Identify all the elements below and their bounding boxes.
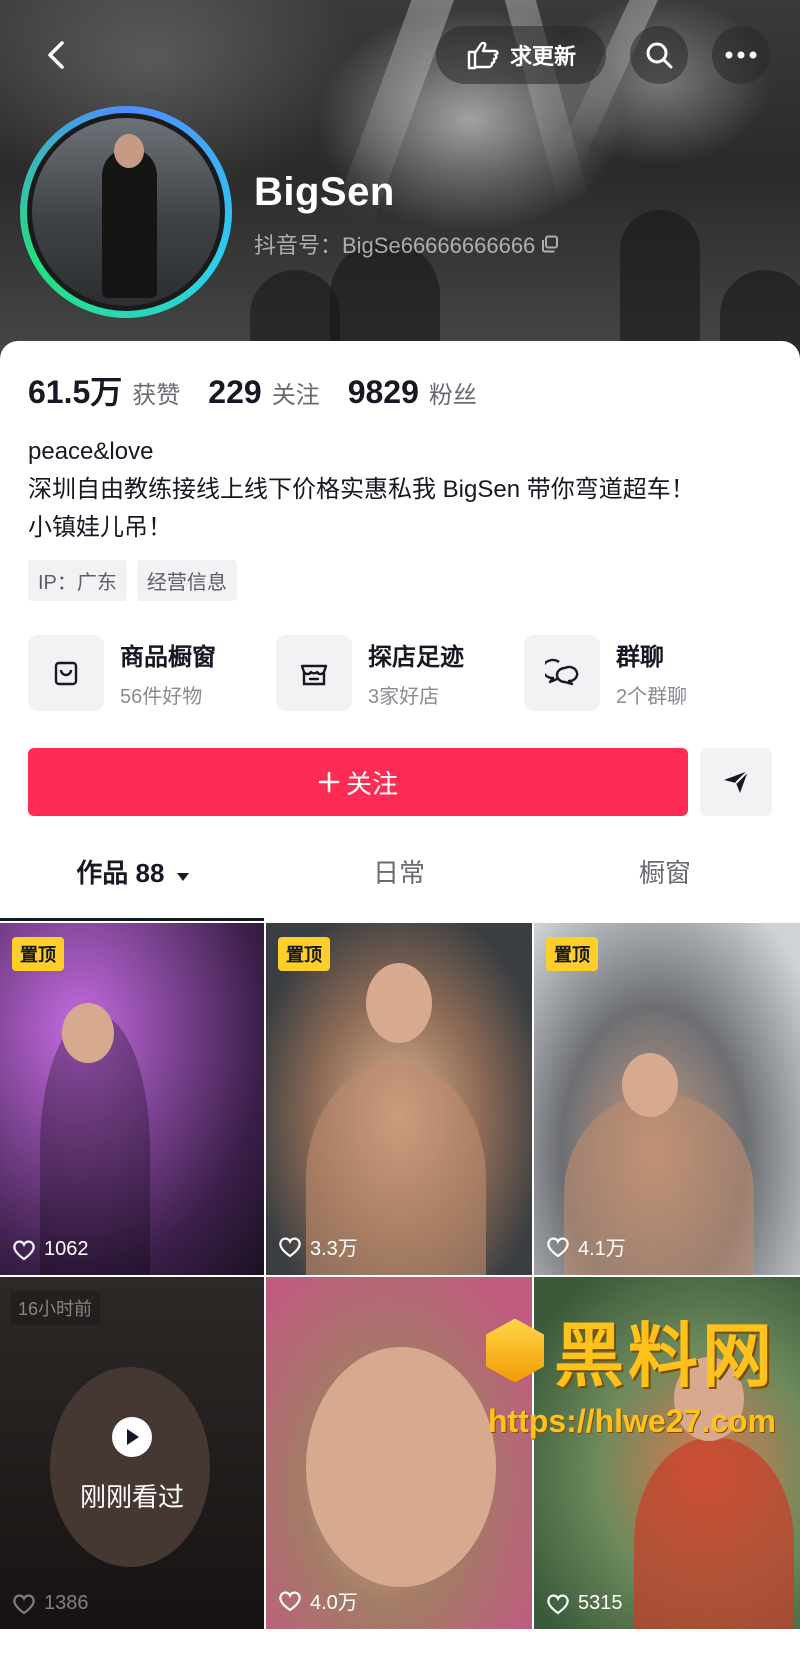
feature-subtitle: 56件好物 [120, 686, 203, 708]
thumbnail-figure [634, 1437, 794, 1629]
feature-title: 探店足迹 [368, 644, 464, 671]
heart-icon [547, 1237, 569, 1257]
chevron-left-icon [48, 41, 64, 69]
more-button[interactable] [712, 26, 770, 84]
stat-likes[interactable]: 61.5万 获赞 [28, 367, 180, 413]
chat-icon [545, 658, 579, 686]
bio-line: 深圳自由教练接线上线下价格实惠私我 BigSen 带你弯道超车！ [28, 476, 695, 503]
like-count-value: 4.1万 [578, 1238, 626, 1260]
tab-works-label: 作品 88 [76, 858, 165, 888]
ip-location-tag: IP：广东 [28, 560, 127, 601]
feature-subtitle: 2个群聊 [616, 686, 688, 708]
like-count-value: 1062 [44, 1238, 89, 1260]
video-thumbnail[interactable]: 置顶 3.3万 [266, 923, 532, 1275]
douyin-id[interactable]: 抖音号：BigSe66666666666 [254, 228, 559, 260]
heart-icon [13, 1594, 35, 1614]
feature-store-visits[interactable]: 探店足迹 3家好店 [276, 635, 524, 711]
tab-works[interactable]: 作品 88 [0, 853, 266, 903]
thumbnail-face [622, 1053, 678, 1117]
video-grid: 置顶 1062 置顶 3.3万 置顶 4.1万 16小时前 刚刚看过 1386 … [0, 923, 800, 1629]
stat-following-value: 229 [208, 374, 262, 410]
store-icon [300, 664, 328, 686]
request-update-label: 求更新 [509, 44, 576, 69]
stat-following[interactable]: 229 关注 [208, 374, 319, 411]
heart-icon [279, 1237, 301, 1257]
bio: peace&love 深圳自由教练接线上线下价格实惠私我 BigSen 带你弯道… [28, 433, 695, 547]
tab-shop-window[interactable]: 橱窗 [532, 853, 798, 903]
like-count-value: 1386 [44, 1592, 89, 1614]
share-button[interactable] [700, 748, 772, 816]
like-count-value: 3.3万 [310, 1238, 358, 1260]
feature-title: 商品橱窗 [120, 644, 216, 671]
feature-row: 商品橱窗 56件好物 探店足迹 3家好店 群聊 2个群聊 [28, 635, 772, 711]
follow-button[interactable]: 关注 [28, 748, 688, 816]
thumbnail-face [306, 1347, 496, 1587]
like-count: 5315 [546, 1592, 623, 1615]
heart-icon [279, 1591, 301, 1611]
business-info-tag[interactable]: 经营信息 [136, 560, 237, 601]
avatar-head [114, 134, 144, 168]
avatar[interactable] [20, 106, 232, 318]
watermark: 黑料网 https://hlwe27.com [486, 1300, 776, 1440]
follow-label: 关注 [345, 768, 398, 799]
plus-icon [318, 771, 340, 793]
stat-followers-value: 9829 [347, 374, 419, 410]
search-icon [646, 42, 673, 69]
tab-daily[interactable]: 日常 [266, 853, 532, 903]
play-icon [112, 1417, 152, 1457]
feature-group-chat[interactable]: 群聊 2个群聊 [524, 635, 772, 711]
feature-subtitle: 3家好店 [368, 686, 440, 708]
tag-row: IP：广东 经营信息 [28, 560, 237, 601]
like-count: 3.3万 [278, 1232, 358, 1261]
video-thumbnail[interactable]: 16小时前 刚刚看过 1386 [0, 1277, 264, 1629]
stats-row: 61.5万 获赞 229 关注 9829 粉丝 [28, 367, 477, 413]
thumbnail-face [62, 1003, 114, 1063]
like-count-value: 5315 [578, 1592, 623, 1614]
caret-down-icon [176, 873, 189, 881]
send-icon [724, 770, 749, 793]
bio-line: 小镇娃儿吊！ [28, 514, 172, 541]
play-triangle-icon [127, 1429, 139, 1445]
like-count-value: 4.0万 [310, 1592, 358, 1614]
feature-title: 群聊 [616, 644, 664, 671]
pinned-badge: 置顶 [278, 937, 330, 971]
bag-icon [54, 661, 78, 686]
like-count: 4.1万 [546, 1232, 626, 1261]
heart-icon [13, 1240, 35, 1260]
douyin-id-text: 抖音号：BigSe66666666666 [254, 233, 536, 258]
avatar-figure [102, 148, 157, 298]
stat-following-label: 关注 [271, 382, 320, 409]
heart-icon [547, 1594, 569, 1614]
video-thumbnail[interactable]: 置顶 1062 [0, 923, 264, 1275]
active-tab-indicator [0, 918, 264, 921]
stat-likes-label: 获赞 [132, 382, 181, 409]
profile-header: 求更新 BigSen 抖音号：BigSe66666666666 [0, 0, 800, 380]
pinned-badge: 置顶 [546, 937, 598, 971]
like-count: 1386 [12, 1592, 89, 1615]
thumbnail-face [366, 963, 432, 1043]
copy-icon[interactable] [541, 235, 559, 253]
watermark-logo-icon [486, 1318, 544, 1383]
pointing-hand-icon [467, 41, 499, 70]
stat-likes-value: 61.5万 [28, 374, 123, 410]
video-thumbnail[interactable]: 置顶 4.1万 [534, 923, 800, 1275]
time-badge: 16小时前 [10, 1291, 101, 1325]
watermark-brand: 黑料网 [554, 1317, 776, 1395]
watermark-url: https://hlwe27.com [487, 1403, 776, 1439]
search-button[interactable] [630, 26, 688, 84]
bio-line: peace&love [28, 438, 154, 465]
username: BigSen [254, 170, 395, 214]
just-watched-label: 刚刚看过 [79, 1482, 184, 1512]
stat-followers-label: 粉丝 [428, 382, 477, 409]
like-count: 1062 [12, 1238, 89, 1261]
feature-shop-window[interactable]: 商品橱窗 56件好物 [28, 635, 276, 711]
more-dots-icon [725, 51, 757, 59]
like-count: 4.0万 [278, 1586, 358, 1615]
content-tabs: 作品 88 日常 橱窗 [0, 853, 800, 903]
request-update-button[interactable]: 求更新 [436, 26, 606, 84]
pinned-badge: 置顶 [12, 937, 64, 971]
back-button[interactable] [28, 26, 86, 84]
stat-followers[interactable]: 9829 粉丝 [348, 374, 477, 411]
